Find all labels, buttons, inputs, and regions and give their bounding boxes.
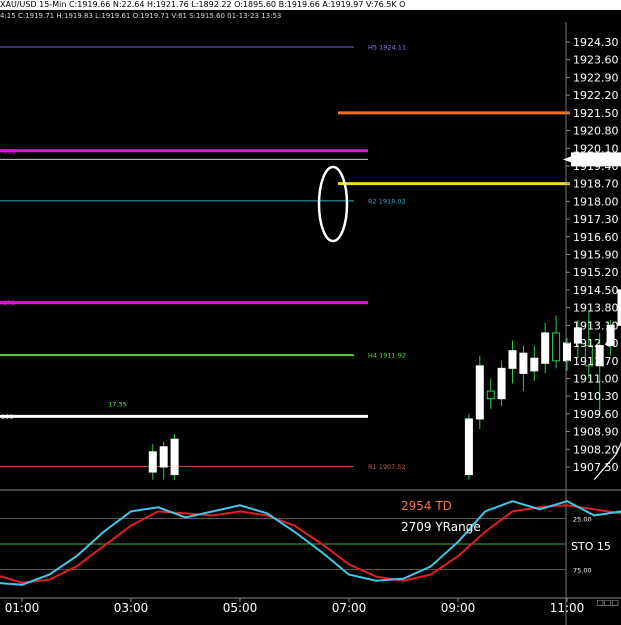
y-tick-label: 1908.20: [573, 443, 619, 456]
stoch-k-line: [0, 500, 621, 586]
candle-body: [464, 418, 473, 476]
y-tick-label: 1907.50: [573, 461, 619, 474]
candle-body: [497, 367, 506, 400]
r2-line-label: R2 1918.02: [368, 197, 406, 205]
x-tick-label: 01:00: [5, 601, 40, 615]
y-tick-label: 1910.30: [573, 390, 619, 403]
r1-line-label: R1 1907.52: [368, 463, 406, 471]
y-tick-label: 1915.20: [573, 266, 619, 279]
y-tick-label: 1922.90: [573, 71, 619, 84]
x-tick-label: 11:00: [550, 601, 585, 615]
y-tick-label: 1911.00: [573, 372, 619, 385]
h5-line-label: H5 1924.11: [368, 44, 406, 52]
y-tick-label: 1908.90: [573, 426, 619, 439]
y-tick-label: 1913.80: [573, 302, 619, 315]
panel-control-icon: □□□: [596, 598, 619, 607]
y-tick-label: 1911.70: [573, 355, 619, 368]
y-tick-label: 1922.20: [573, 89, 619, 102]
white-level-line-label: 000: [1, 413, 13, 421]
stoch-level-label: 75.00: [573, 567, 592, 575]
x-tick-label: 05:00: [223, 601, 258, 615]
y-tick-label: 1913.10: [573, 319, 619, 332]
x-tick-label: 09:00: [441, 601, 476, 615]
candle-body: [563, 342, 571, 362]
candle-body: [159, 446, 168, 468]
fib-272-line-label: .272: [1, 299, 15, 307]
yrange-annotation: 2709 YRange: [401, 520, 481, 534]
y-tick-label: 1924.30: [573, 36, 619, 49]
candle-body: [519, 352, 528, 374]
candle-body: [508, 350, 517, 369]
td-annotation: 2954 TD: [401, 499, 452, 513]
x-tick-label: 03:00: [114, 601, 149, 615]
candle-value-label: 17.35: [108, 400, 127, 408]
y-tick-label: 1921.50: [573, 107, 619, 120]
candle-body: [486, 390, 495, 400]
stoch-label: STO 15: [571, 540, 611, 553]
y-tick-label: 1916.60: [573, 231, 619, 244]
y-tick-label: 1914.50: [573, 284, 619, 297]
candle-body: [530, 357, 539, 372]
candle-body: [170, 438, 179, 476]
candle-body: [475, 365, 484, 420]
fib-618-line-label: .618: [1, 147, 15, 155]
panel-controls[interactable]: □□□: [596, 598, 619, 607]
candle-body: [541, 332, 550, 364]
y-tick-label: 1912.40: [573, 337, 619, 350]
y-tick-label: 1918.00: [573, 195, 619, 208]
price-chart[interactable]: H5 1924.11 .618 R2 1918.02 .272 H4 1911.92 00…: [0, 0, 621, 625]
y-tick-label: 1920.80: [573, 125, 619, 138]
current-price-arrow: [563, 156, 571, 163]
y-tick-label: 1918.70: [573, 178, 619, 191]
y-tick-label: 1909.60: [573, 408, 619, 421]
y-tick-label: 1917.30: [573, 213, 619, 226]
y-tick-label: 1923.60: [573, 54, 619, 67]
h4-line-label: H4 1911.92: [368, 352, 406, 360]
stoch-level-label: 25.00: [573, 516, 592, 524]
candle-body: [148, 451, 157, 473]
x-tick-label: 07:00: [332, 601, 367, 615]
candle-body: [552, 332, 561, 362]
current-price-label: 1919.66: [573, 153, 619, 166]
y-tick-label: 1915.90: [573, 249, 619, 262]
highlight-ellipse: [317, 165, 349, 243]
